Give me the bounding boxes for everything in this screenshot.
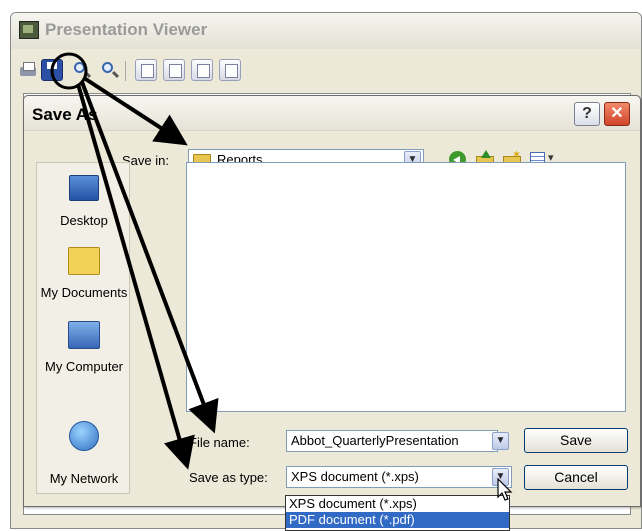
place-label: My Network — [49, 471, 119, 486]
place-label: My Documents — [40, 285, 128, 300]
file-name-value: Abbot_QuarterlyPresentation — [291, 433, 459, 448]
close-button[interactable]: ✕ — [604, 102, 630, 126]
type-option-xps[interactable]: XPS document (*.xps) — [286, 496, 509, 512]
file-name-input[interactable]: Abbot_QuarterlyPresentation — [286, 430, 498, 452]
my-network-icon — [69, 421, 99, 451]
my-computer-icon — [68, 321, 100, 349]
mouse-cursor-icon — [497, 478, 513, 501]
page-view-icon[interactable] — [219, 59, 241, 81]
save-as-type-label: Save as type: — [189, 470, 268, 485]
viewer-title: Presentation Viewer — [45, 20, 208, 39]
cancel-button[interactable]: Cancel — [524, 465, 628, 490]
place-label: Desktop — [60, 213, 108, 228]
zoom-out-icon[interactable] — [99, 59, 121, 81]
type-option-pdf[interactable]: PDF document (*.pdf) — [286, 512, 509, 528]
place-desktop[interactable]: Desktop — [37, 171, 131, 243]
dialog-title: Save As — [32, 105, 98, 124]
file-list[interactable] — [186, 162, 626, 412]
zoom-in-icon[interactable] — [71, 59, 93, 81]
save-button[interactable]: Save — [524, 428, 628, 453]
screenshot-frame: Presentation Viewer Save As ? ✕ Save in:… — [0, 0, 642, 531]
viewer-title-bar: Presentation Viewer — [11, 13, 641, 49]
help-button[interactable]: ? — [574, 102, 600, 126]
dialog-title-bar: Save As ? ✕ — [24, 96, 640, 131]
save-as-type-options: XPS document (*.xps) PDF document (*.pdf… — [285, 495, 510, 531]
page-view-icon[interactable] — [135, 59, 157, 81]
save-as-type-value: XPS document (*.xps) — [291, 469, 419, 484]
app-icon — [19, 21, 39, 39]
save-icon[interactable] — [41, 59, 63, 81]
file-name-label: File name: — [189, 435, 250, 450]
places-bar: Desktop My Documents My Computer My Netw… — [36, 162, 130, 494]
page-view-icon[interactable] — [163, 59, 185, 81]
desktop-icon — [69, 175, 99, 201]
page-view-icon[interactable] — [191, 59, 213, 81]
toolbar-separator — [125, 61, 126, 81]
save-as-type-dropdown[interactable]: XPS document (*.xps) — [286, 466, 512, 488]
place-my-documents[interactable]: My Documents — [37, 245, 131, 317]
viewer-toolbar — [11, 51, 641, 91]
print-icon[interactable] — [17, 59, 39, 81]
chevron-down-icon[interactable]: ▼ — [492, 432, 509, 450]
place-my-computer[interactable]: My Computer — [37, 319, 131, 391]
place-label: My Computer — [44, 359, 124, 374]
place-my-network[interactable]: My Network — [37, 393, 131, 486]
my-documents-icon — [68, 247, 100, 275]
